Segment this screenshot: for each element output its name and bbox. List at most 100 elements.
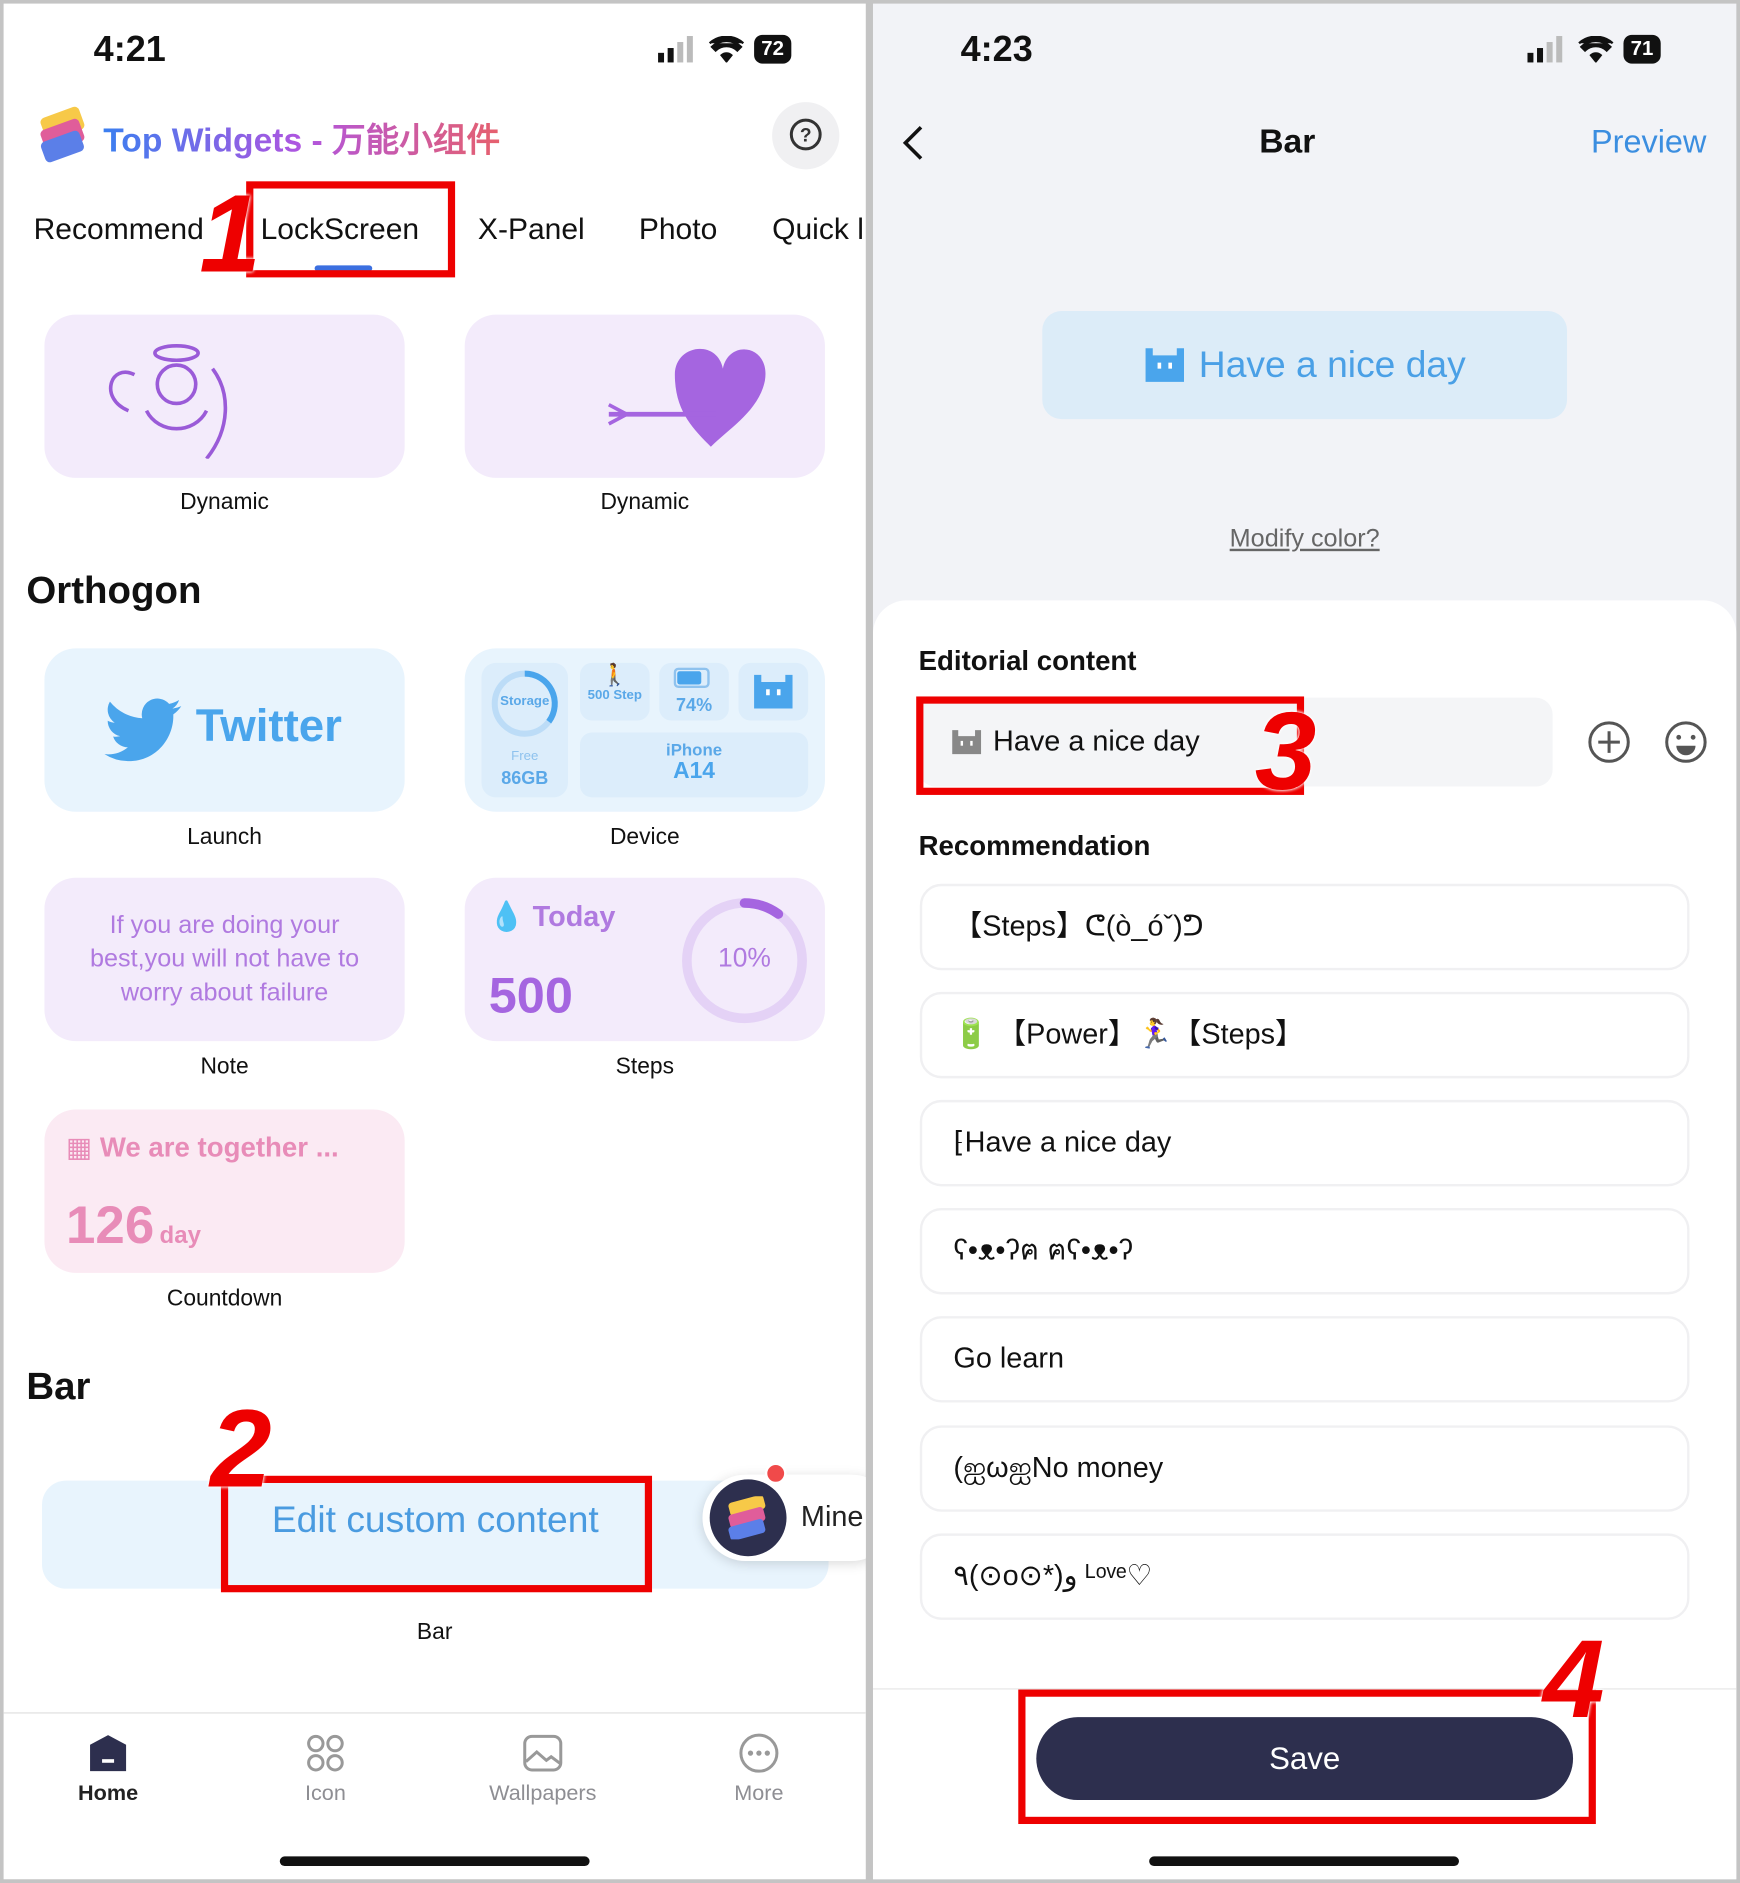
model-line1: iPhone [666,739,723,759]
annotation-number-4: 4 [1543,1618,1605,1742]
mine-floating-button[interactable]: Mine [702,1462,866,1562]
tab-x-panel[interactable]: X-Panel [478,213,585,248]
more-icon [739,1733,779,1773]
svg-text:?: ? [800,126,812,147]
nav-wallpapers[interactable]: Wallpapers [471,1733,615,1806]
tab-recommend[interactable]: Recommend [34,213,204,248]
widget-label: Launch [187,824,262,851]
status-icons: 71 [1527,34,1661,64]
battery-icon [673,667,710,689]
widget-dynamic-heart[interactable] [464,314,825,478]
bottom-nav-divider [3,1712,866,1714]
help-icon: ? [789,118,822,151]
editorial-heading: Editorial content [918,644,1137,677]
cupid-icon [108,344,228,459]
nav-icon[interactable]: Icon [253,1733,397,1806]
preview-button[interactable]: Preview [1591,124,1706,161]
free-value: 86GB [501,768,549,789]
recommendation-item[interactable]: (ஐωஐNo money [919,1425,1690,1512]
widget-dynamic-cupid[interactable] [44,314,405,478]
nav-more[interactable]: More [687,1733,831,1806]
recommendation-item[interactable]: ⁅Have a nice day [919,1099,1690,1187]
annotation-box-2 [220,1475,653,1593]
steps-tile: 🚶 500 Step [579,662,650,721]
walking-icon: 🚶 [601,662,629,687]
wifi-icon [708,36,745,63]
battery-tile: 74% [659,662,729,721]
battery-percent: 74% [676,695,713,716]
widget-label: Bar [416,1619,453,1646]
wifi-icon [1578,36,1614,63]
steps-title: 💧 Today [488,900,616,934]
twitter-text: Twitter [195,701,342,752]
grid-icon [307,1734,344,1772]
model-tile: iPhone A14 [579,732,809,798]
twitter-bird-icon [104,698,182,762]
page-title: Bar [1259,122,1316,160]
annotation-number-2: 2 [210,1388,272,1511]
steps-percent: 10% [718,942,771,973]
app-logo-icon [40,106,85,163]
battery-level: 72 [754,34,792,64]
recommendation-item[interactable]: ٩(⊙o⊙*)و ᴸᵒᵛᵉ♡ [919,1533,1690,1620]
section-heading-orthogon: Orthogon [26,567,202,612]
model-line2: A14 [673,758,715,785]
app-logo-icon [728,1496,766,1540]
recommendation-item[interactable]: 🔋 【Power】🏃‍♀️【Steps】 [919,991,1690,1079]
tab-photo[interactable]: Photo [639,213,717,248]
emoji-icon[interactable] [1664,720,1707,763]
mine-label: Mine [800,1500,864,1534]
widget-steps[interactable]: 💧 Today 500 10% [464,877,825,1042]
annotation-box-1 [246,181,456,278]
free-label: Free [511,749,539,764]
widget-device[interactable]: Storage Free 86GB 🚶 500 Step 74% iPhone … [464,648,825,812]
status-time: 4:23 [960,30,1033,70]
widget-label: Steps [615,1054,675,1080]
countdown-title: ▦ We are together ... [66,1131,339,1163]
section-heading-bar: Bar [26,1364,91,1408]
nav-home[interactable]: Home [36,1733,180,1806]
left-phone-screen: 4:21 72 Top Widgets - 万能小组件 ? Recommend … [3,3,866,1880]
recommendation-item[interactable]: ʕ•ᴥ•ʔฅ ฅʕ•ᴥ•ʔ [919,1208,1690,1295]
widget-label: Dynamic [600,489,690,516]
signal-icon [658,36,693,63]
status-icons: 72 [658,34,792,64]
bar-preview: Have a nice day [1042,311,1568,420]
recommendation-item[interactable]: 【Steps】ᕦ(ò_óˇ)ᕤ [919,883,1690,971]
right-phone-screen: 4:23 71 Bar Preview Have a nice day Modi… [872,3,1737,1880]
pixel-cat-icon [754,674,793,709]
recommendation-item[interactable]: Go learn [919,1316,1690,1403]
mine-avatar [709,1479,787,1557]
widget-label: Dynamic [180,489,269,516]
modify-color-link[interactable]: Modify color? [873,525,1736,554]
heart-arrow-icon [607,348,766,447]
add-icon[interactable] [1587,720,1630,763]
note-text: If you are doing your best,you will not … [89,911,360,1007]
annotation-number-3: 3 [1254,690,1317,813]
annotation-number-1: 1 [199,172,261,296]
widget-note[interactable]: If you are doing your best,you will not … [44,877,405,1042]
tab-quick[interactable]: Quick l [772,213,864,248]
flame-icon: 💧 [488,900,525,934]
widget-countdown[interactable]: ▦ We are together ... 126 day [44,1109,405,1273]
notification-dot [764,1462,787,1485]
countdown-value: 126 day [66,1195,201,1255]
home-indicator [1149,1856,1459,1867]
help-button[interactable]: ? [772,102,840,170]
app-title: Top Widgets - 万能小组件 [103,114,500,162]
preview-text: Have a nice day [1198,343,1466,386]
home-icon [90,1735,127,1772]
steps-count: 500 [488,966,573,1024]
widget-label: Device [609,824,680,851]
pixel-cat-icon [1145,348,1185,382]
storage-label: Storage [500,694,550,709]
annotation-box-3 [916,696,1305,795]
signal-icon [1527,36,1563,63]
widget-label: Countdown [166,1286,283,1312]
annotation-box-4 [1018,1689,1596,1825]
image-icon [523,1734,563,1772]
screenshot: 4:21 72 Top Widgets - 万能小组件 ? Recommend … [0,0,1740,1883]
status-time: 4:21 [93,30,166,70]
widget-twitter[interactable]: Twitter [44,648,405,812]
widget-label: Note [200,1054,249,1080]
